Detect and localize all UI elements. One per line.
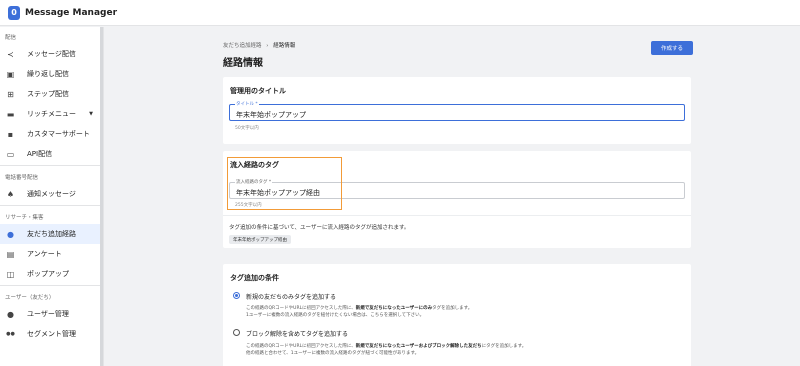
sidebar-section-label: ユーザー（友だち）	[5, 295, 55, 301]
sidebar-item-popup[interactable]: ◫ ポップアップ	[0, 264, 103, 284]
radio-include-unblock-description: この経路のQRコードやURLに初回アクセスした際に、新規で友だちになったユーザー…	[246, 343, 686, 357]
sidebar-item-user-management[interactable]: ● ユーザー管理	[0, 304, 103, 324]
tag-chip: 年末年始ポップアップ経由	[229, 235, 291, 244]
sidebar-item-label: ポップアップ	[27, 270, 69, 278]
rich-menu-icon: ▬	[6, 109, 15, 119]
location-pin-icon: ●	[7, 229, 14, 239]
app-title: Message Manager	[25, 7, 118, 18]
desc-text: 1ユーザーに複数の流入経路のタグを紐付けたくない場合は、こちらを選択して下さい。	[246, 313, 425, 318]
sidebar-item-notification-message[interactable]: ♠ 通知メッセージ	[0, 184, 103, 204]
sidebar-divider	[0, 205, 103, 206]
conditions-card: タグ追加の条件 新規の友だちのみタグを追加する この経路のQRコードやURLに初…	[223, 264, 691, 366]
sidebar-item-rich-menu[interactable]: ▬ リッチメニュー ▼	[0, 104, 103, 124]
admin-title-field-label: タイトル *	[235, 101, 259, 108]
sidebar: 配信 ≺ メッセージ配信 ▣ 繰り返し配信 ⊞ ステップ配信 ▬ リッチメニュー…	[0, 27, 104, 366]
page-title: 経路情報	[223, 58, 263, 69]
create-button[interactable]: 作成する	[651, 41, 693, 55]
admin-title-field[interactable]: タイトル * 年末年始ポップアップ	[229, 101, 685, 121]
sidebar-item-label: セグメント管理	[27, 330, 76, 338]
desc-text: タグを追加します。	[432, 306, 473, 311]
sidebar-scrollbar[interactable]	[100, 27, 103, 366]
share-icon: ≺	[7, 49, 14, 59]
desc-text: 他の経路と合わせて、1ユーザーに複数の流入経路のタグが紐づく可能性があります。	[246, 351, 420, 356]
sidebar-item-label: ステップ配信	[27, 90, 69, 98]
sidebar-item-label: ユーザー管理	[27, 310, 69, 318]
desc-emphasis: 新規で友だちになったユーザーおよびブロック解除した友だち	[355, 344, 482, 349]
desc-emphasis: 新規で友だちになったユーザーにのみ	[355, 306, 433, 311]
sidebar-item-repeat-delivery[interactable]: ▣ 繰り返し配信	[0, 64, 103, 84]
bell-icon: ♠	[6, 189, 15, 199]
conditions-heading: タグ追加の条件	[230, 274, 279, 282]
calendar-repeat-icon: ▣	[6, 69, 15, 79]
popup-icon: ◫	[6, 269, 15, 279]
breadcrumb: 友だち追加経路 › 経路情報	[223, 41, 295, 49]
admin-title-hint: 50文字以内	[235, 126, 259, 131]
sidebar-section-label: 配信	[5, 35, 17, 41]
sidebar-section-label: 電話番号配信	[5, 175, 39, 181]
tag-description: タグ追加の条件に基づいて、ユーザーに流入経路のタグが追加されます。	[229, 225, 410, 231]
sidebar-item-label: アンケート	[27, 250, 62, 258]
sidebar-item-label: 友だち追加経路	[27, 230, 76, 238]
desc-text: この経路のQRコードやURLに初回アクセスした際に、	[246, 344, 356, 349]
sidebar-item-survey[interactable]: ▤ アンケート	[0, 244, 103, 264]
sidebar-item-label: メッセージ配信	[27, 50, 76, 58]
sidebar-item-label: 繰り返し配信	[27, 70, 69, 78]
sidebar-item-friend-add-routes[interactable]: ● 友だち追加経路	[0, 224, 103, 244]
sidebar-item-segment-management[interactable]: ●● セグメント管理	[0, 324, 103, 344]
sidebar-item-label: 通知メッセージ	[27, 190, 76, 198]
tag-divider	[223, 215, 691, 216]
breadcrumb-separator: ›	[266, 43, 269, 49]
radio-include-unblock-label[interactable]: ブロック解除を含めてタグを追加する	[246, 329, 348, 338]
main-content: 友だち追加経路 › 経路情報 経路情報 作成する 管理用のタイトル タイトル *…	[105, 27, 800, 366]
admin-title-input[interactable]: 年末年始ポップアップ	[236, 110, 306, 120]
sidebar-item-label: リッチメニュー	[27, 110, 76, 118]
admin-title-heading: 管理用のタイトル	[230, 87, 286, 95]
api-icon: ▭	[6, 149, 15, 159]
sidebar-section-label: リサーチ・集客	[5, 215, 44, 221]
desc-text: この経路のQRコードやURLに初回アクセスした際に、	[246, 306, 356, 311]
group-icon: ●●	[6, 331, 15, 337]
sidebar-item-api-delivery[interactable]: ▭ API配信	[0, 144, 103, 164]
admin-title-card: 管理用のタイトル タイトル * 年末年始ポップアップ 50文字以内	[223, 77, 691, 144]
sidebar-divider	[0, 165, 103, 166]
sidebar-item-message-delivery[interactable]: ≺ メッセージ配信	[0, 44, 103, 64]
radio-new-friends-only-description: この経路のQRコードやURLに初回アクセスした際に、新規で友だちになったユーザー…	[246, 305, 686, 319]
sidebar-item-customer-support[interactable]: ▪ カスタマーサポート	[0, 124, 103, 144]
tag-highlight-box	[227, 157, 342, 210]
radio-new-friends-only-label[interactable]: 新規の友だちのみタグを追加する	[246, 292, 336, 301]
chat-icon: ▪	[7, 129, 14, 139]
chevron-down-icon[interactable]: ▼	[89, 111, 93, 117]
top-bar: 0 Message Manager	[0, 0, 800, 26]
radio-new-friends-only[interactable]	[233, 292, 240, 299]
breadcrumb-current: 経路情報	[273, 43, 296, 49]
app-logo-icon: 0	[8, 5, 20, 20]
sidebar-item-label: カスタマーサポート	[27, 130, 90, 138]
radio-include-unblock[interactable]	[233, 329, 240, 336]
breadcrumb-parent-link[interactable]: 友だち追加経路	[223, 43, 262, 49]
user-icon: ●	[7, 309, 14, 319]
survey-icon: ▤	[6, 249, 15, 259]
sidebar-divider	[0, 285, 103, 286]
step-flow-icon: ⊞	[7, 89, 14, 99]
desc-text: にタグを追加します。	[481, 344, 527, 349]
sidebar-item-step-delivery[interactable]: ⊞ ステップ配信	[0, 84, 103, 104]
sidebar-item-label: API配信	[27, 150, 53, 158]
